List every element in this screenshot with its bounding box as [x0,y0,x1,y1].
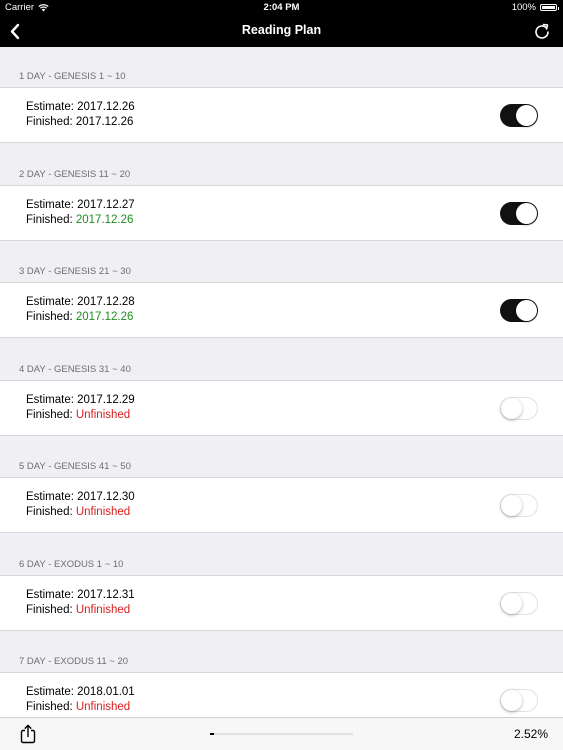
status-time: 2:04 PM [263,2,300,13]
estimate-label: Estimate: [26,393,78,406]
battery-percent: 100% [511,2,536,13]
finished-toggle[interactable] [500,494,538,517]
battery-icon [540,4,559,11]
plan-row: Estimate: 2017.12.29 Finished: Unfinished [0,379,563,436]
progress-percent: 2.52% [513,727,548,741]
status-bar: Carrier 2:04 PM 100% [0,0,563,16]
toggle-knob [516,202,537,224]
finished-line: Finished: 2017.12.26 [26,116,133,128]
finished-label: Finished: [26,116,76,128]
battery-group: 100% [511,2,559,13]
finished-value: Unfinished [75,701,131,713]
estimate-label: Estimate: [26,296,78,308]
progress-slider[interactable] [210,733,353,735]
section-header: 7 DAY - EXODUS 11 ~ 20 [19,656,129,667]
navigation-bar: Reading Plan [0,16,563,47]
finished-label: Finished: [26,213,76,226]
toggle-knob [516,300,537,321]
estimate-date: 2017.12.27 [77,198,135,211]
section-header: 4 DAY - GENESIS 31 ~ 40 [19,363,131,375]
finished-toggle[interactable] [500,104,538,127]
finished-label: Finished: [26,506,76,518]
section-header: 3 DAY - GENESIS 21 ~ 30 [19,266,131,277]
finished-label: Finished: [26,701,76,713]
estimate-label: Estimate: [26,491,78,503]
finished-toggle[interactable] [500,396,538,420]
finished-line: Finished: 2017.12.26 [26,214,133,226]
finished-label: Finished: [26,603,76,616]
toggle-knob [501,690,522,711]
toggle-knob [501,592,522,614]
estimate-line: Estimate: 2017.12.27 [26,199,135,211]
toggle-knob [501,397,522,419]
finished-value: Unfinished [75,603,131,616]
estimate-date: 2018.01.01 [77,686,135,698]
toggle-knob [516,105,537,126]
plan-row: Estimate: 2017.12.27 Finished: 2017.12.26 [0,184,563,241]
plan-row: Estimate: 2017.12.31 Finished: Unfinished [0,574,563,631]
finished-toggle[interactable] [500,201,538,225]
estimate-line: Estimate: 2017.12.29 [26,394,135,406]
plan-row: Estimate: 2018.01.01 Finished: Unfinished [0,672,563,717]
section-header: 5 DAY - GENESIS 41 ~ 50 [19,461,131,472]
plan-row: Estimate: 2017.12.26 Finished: 2017.12.26 [0,87,563,143]
section-header: 1 DAY - GENESIS 1 ~ 10 [19,71,126,82]
refresh-icon[interactable] [534,23,550,39]
finished-toggle[interactable] [500,689,538,712]
estimate-date: 2017.12.26 [77,101,135,113]
estimate-line: Estimate: 2018.01.01 [26,686,135,698]
share-icon[interactable] [18,724,38,744]
finished-value: Unfinished [75,408,131,421]
estimate-label: Estimate: [26,101,78,113]
finished-value: 2017.12.26 [75,116,134,128]
finished-value: 2017.12.26 [75,213,134,226]
finished-line: Finished: Unfinished [26,604,130,616]
page-title: Reading Plan [241,23,322,37]
estimate-date: 2017.12.31 [77,588,135,601]
estimate-line: Estimate: 2017.12.26 [26,101,135,113]
finished-line: Finished: Unfinished [26,701,130,713]
finished-value: Unfinished [75,506,131,518]
toggle-knob [501,495,522,516]
finished-label: Finished: [26,408,76,421]
progress-fill [210,733,215,735]
finished-toggle[interactable] [500,299,538,322]
section-header: 6 DAY - EXODUS 1 ~ 10 [19,558,124,570]
estimate-label: Estimate: [26,588,78,601]
bottom-toolbar: 2.52% [0,717,563,750]
section-header: 2 DAY - GENESIS 11 ~ 20 [19,168,131,180]
finished-value: 2017.12.26 [75,311,134,323]
estimate-date: 2017.12.30 [77,491,135,503]
finished-toggle[interactable] [500,591,538,615]
estimate-date: 2017.12.29 [77,393,135,406]
estimate-line: Estimate: 2017.12.28 [26,296,135,308]
finished-line: Finished: Unfinished [26,409,130,421]
estimate-label: Estimate: [26,686,78,698]
estimate-line: Estimate: 2017.12.30 [26,491,135,503]
plan-row: Estimate: 2017.12.30 Finished: Unfinished [0,477,563,533]
estimate-date: 2017.12.28 [77,296,135,308]
reading-plan-list[interactable]: 1 DAY - GENESIS 1 ~ 10 Estimate: 2017.12.… [0,47,563,717]
estimate-label: Estimate: [26,198,78,211]
plan-row: Estimate: 2017.12.28 Finished: 2017.12.26 [0,282,563,338]
finished-line: Finished: 2017.12.26 [26,311,133,323]
finished-line: Finished: Unfinished [26,506,130,518]
estimate-line: Estimate: 2017.12.31 [26,589,135,601]
finished-label: Finished: [26,311,76,323]
